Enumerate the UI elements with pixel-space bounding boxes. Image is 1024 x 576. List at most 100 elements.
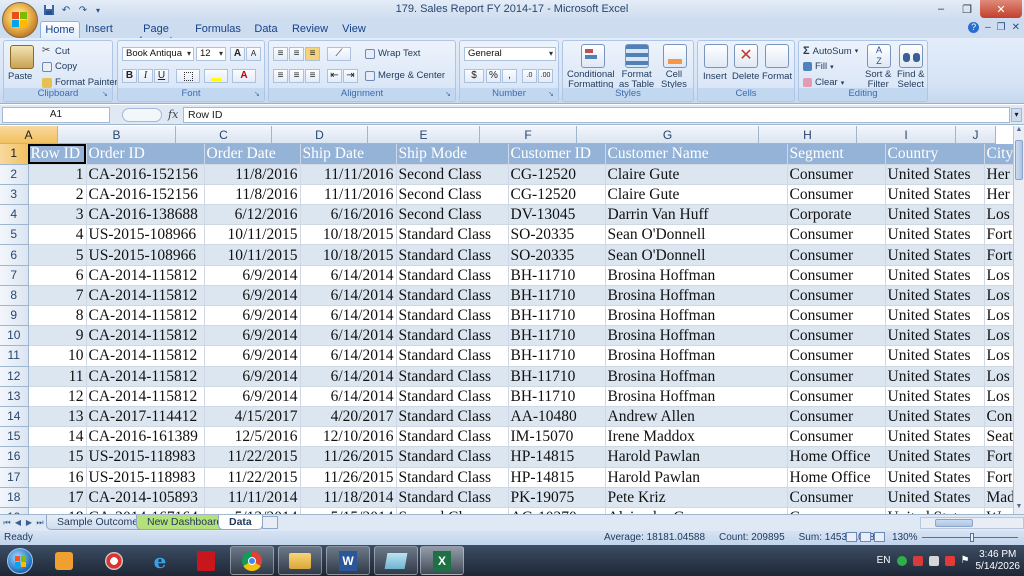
insert-cells-button[interactable]: Insert bbox=[703, 71, 727, 82]
table-cell[interactable]: 6/9/2014 bbox=[204, 285, 301, 307]
table-cell[interactable]: Her bbox=[984, 164, 1013, 185]
table-cell[interactable]: 12 bbox=[28, 386, 87, 407]
table-cell[interactable]: Consumer bbox=[787, 164, 886, 185]
column-header[interactable]: G bbox=[577, 126, 759, 144]
help-icon[interactable]: ? bbox=[968, 22, 980, 33]
table-cell[interactable]: United States bbox=[885, 224, 985, 246]
table-cell[interactable]: AG-10270 bbox=[508, 507, 606, 514]
row-header[interactable]: 15 bbox=[0, 426, 29, 448]
table-cell[interactable]: 4/20/2017 bbox=[300, 406, 397, 428]
table-cell[interactable]: BH-11710 bbox=[508, 386, 606, 407]
table-cell[interactable]: 5/13/2014 bbox=[204, 507, 301, 514]
table-cell[interactable]: Con bbox=[984, 406, 1013, 428]
table-cell[interactable]: Mad bbox=[984, 487, 1013, 508]
table-cell[interactable]: United States bbox=[885, 184, 985, 206]
table-cell[interactable]: 6 bbox=[28, 265, 87, 286]
table-cell[interactable]: 5 bbox=[28, 244, 87, 266]
clipboard-launcher-icon[interactable]: ↘ bbox=[102, 91, 110, 99]
first-sheet-icon[interactable]: ⏮ bbox=[2, 517, 12, 529]
table-cell[interactable]: 6/14/2014 bbox=[300, 366, 397, 387]
row-header[interactable]: 8 bbox=[0, 285, 29, 307]
table-cell[interactable]: 6/12/2016 bbox=[204, 204, 301, 226]
sheet-tab-sample-outcome[interactable]: Sample Outcome bbox=[46, 515, 150, 530]
table-cell[interactable]: Pete Kriz bbox=[605, 487, 788, 508]
increase-decimal-button[interactable]: .0 bbox=[522, 69, 537, 83]
table-cell[interactable]: United States bbox=[885, 406, 985, 428]
column-header[interactable]: H bbox=[759, 126, 857, 144]
table-cell[interactable]: United States bbox=[885, 325, 985, 347]
notebook-taskbar-icon[interactable] bbox=[374, 546, 418, 575]
table-cell[interactable]: United States bbox=[885, 507, 985, 514]
table-cell[interactable]: 2 bbox=[28, 184, 87, 206]
table-cell[interactable]: Brosina Hoffman bbox=[605, 265, 788, 286]
header-cell[interactable]: Row ID bbox=[28, 144, 87, 165]
table-cell[interactable]: United States bbox=[885, 446, 985, 468]
table-cell[interactable]: Brosina Hoffman bbox=[605, 386, 788, 407]
header-cell[interactable]: City bbox=[984, 144, 1013, 165]
worksheet-grid[interactable]: ABCDEFGHIJ 1 Row ID Order ID Order Date Ship… bbox=[0, 126, 1013, 514]
table-cell[interactable]: BH-11710 bbox=[508, 305, 606, 327]
table-cell[interactable]: 17 bbox=[28, 487, 87, 508]
table-cell[interactable]: 3 bbox=[28, 204, 87, 226]
header-cell[interactable]: Segment bbox=[787, 144, 886, 165]
table-cell[interactable]: IM-15070 bbox=[508, 426, 606, 448]
table-cell[interactable]: 1 bbox=[28, 164, 87, 185]
table-cell[interactable]: Standard Class bbox=[396, 487, 509, 508]
table-cell[interactable]: US-2015-118983 bbox=[86, 446, 205, 468]
table-cell[interactable]: Home Office bbox=[787, 467, 886, 488]
header-cell[interactable]: Order Date bbox=[204, 144, 301, 165]
table-cell[interactable]: 6/14/2014 bbox=[300, 386, 397, 407]
tab-data[interactable]: Data bbox=[250, 21, 282, 38]
table-cell[interactable]: Corporate bbox=[787, 204, 886, 226]
copy-button[interactable]: Copy bbox=[42, 61, 77, 72]
table-cell[interactable]: 11/22/2015 bbox=[204, 446, 301, 468]
table-cell[interactable]: 18 bbox=[28, 507, 87, 514]
italic-button[interactable]: I bbox=[138, 69, 153, 83]
table-cell[interactable]: 16 bbox=[28, 467, 87, 488]
table-cell[interactable]: CA-2014-115812 bbox=[86, 265, 205, 286]
row-header[interactable]: 6 bbox=[0, 244, 29, 266]
sort-filter-button[interactable]: Sort & Filter bbox=[865, 70, 891, 90]
font-color-button[interactable]: A bbox=[232, 69, 256, 83]
table-cell[interactable]: CA-2014-115812 bbox=[86, 305, 205, 327]
word-taskbar-icon[interactable]: W bbox=[326, 546, 370, 575]
table-cell[interactable]: Second Class bbox=[396, 184, 509, 206]
scroll-down-icon[interactable]: ▼ bbox=[1014, 503, 1024, 514]
header-cell[interactable]: Ship Mode bbox=[396, 144, 509, 165]
format-cells-button[interactable]: Format bbox=[762, 71, 792, 82]
table-cell[interactable]: AA-10480 bbox=[508, 406, 606, 428]
row-header[interactable]: 16 bbox=[0, 446, 29, 468]
table-cell[interactable]: United States bbox=[885, 426, 985, 448]
tab-home[interactable]: Home bbox=[40, 21, 80, 38]
table-cell[interactable]: United States bbox=[885, 204, 985, 226]
row-header[interactable]: 11 bbox=[0, 345, 29, 367]
table-cell[interactable]: 6/9/2014 bbox=[204, 325, 301, 347]
normal-view-icon[interactable] bbox=[846, 532, 857, 542]
zoom-slider-thumb[interactable] bbox=[970, 533, 974, 542]
table-cell[interactable]: Los bbox=[984, 204, 1013, 226]
page-layout-view-icon[interactable] bbox=[860, 532, 871, 542]
scroll-up-icon[interactable]: ▲ bbox=[1014, 126, 1024, 137]
tab-formulas[interactable]: Formulas bbox=[194, 21, 242, 38]
number-format-select[interactable]: General bbox=[464, 47, 556, 61]
table-cell[interactable]: CA-2016-161389 bbox=[86, 426, 205, 448]
paste-icon[interactable] bbox=[10, 45, 34, 69]
table-cell[interactable]: Consumer bbox=[787, 345, 886, 367]
table-cell[interactable]: Consumer bbox=[787, 366, 886, 387]
format-as-table-button[interactable]: Format as Table bbox=[619, 70, 654, 90]
name-box[interactable]: A1 bbox=[2, 107, 110, 123]
fill-button[interactable]: Fill ▾ bbox=[803, 61, 834, 72]
table-cell[interactable]: 14 bbox=[28, 426, 87, 448]
table-cell[interactable]: 11/8/2016 bbox=[204, 164, 301, 185]
table-cell[interactable]: 5/15/2014 bbox=[300, 507, 397, 514]
row-header[interactable]: 14 bbox=[0, 406, 29, 428]
table-cell[interactable]: Brosina Hoffman bbox=[605, 366, 788, 387]
table-cell[interactable]: 10/11/2015 bbox=[204, 224, 301, 246]
pdf-reader-taskbar-icon[interactable] bbox=[184, 546, 228, 575]
table-cell[interactable]: Brosina Hoffman bbox=[605, 345, 788, 367]
table-cell[interactable]: United States bbox=[885, 487, 985, 508]
table-cell[interactable]: United States bbox=[885, 467, 985, 488]
table-cell[interactable]: Consumer bbox=[787, 507, 886, 514]
row-header[interactable]: 9 bbox=[0, 305, 29, 327]
table-cell[interactable]: Standard Class bbox=[396, 285, 509, 307]
